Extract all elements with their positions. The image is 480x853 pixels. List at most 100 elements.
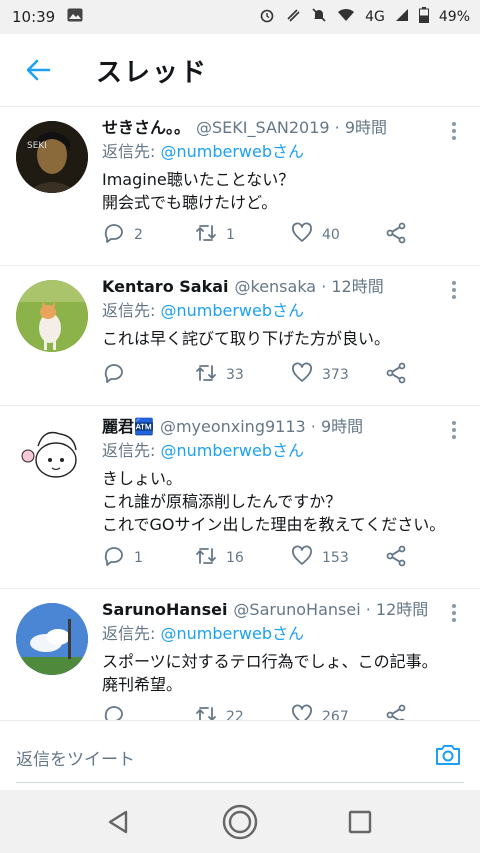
input-underline (16, 782, 464, 783)
tweet-text: これは早く詫びて取り下げた方が良い。 (102, 329, 391, 348)
share-button[interactable] (384, 361, 408, 389)
retweet-count: 16 (226, 550, 244, 566)
app-bar: スレッド (0, 34, 480, 107)
share-button[interactable] (384, 703, 408, 720)
reply-to-label: 返信先: (102, 624, 161, 643)
nav-home-icon[interactable] (222, 804, 258, 840)
tweet-item[interactable]: SarunoHansei @SarunoHansei · 12時間 返信先: @n… (0, 589, 480, 720)
retweet-count: 1 (226, 227, 235, 243)
reply-button[interactable]: 1 (102, 544, 143, 572)
tweet-actions: 22 267 (102, 703, 422, 720)
tweet-text: Imagine聴いたことない？ 開会式でも聴けたけど。 (102, 170, 295, 212)
like-button[interactable]: 153 (290, 544, 349, 572)
share-icon (384, 361, 408, 389)
reply-icon (102, 703, 126, 720)
share-button[interactable] (384, 544, 408, 572)
share-button[interactable] (384, 221, 408, 249)
reply-count: 2 (134, 227, 143, 243)
reply-icon (102, 221, 126, 249)
page-title: スレッド (96, 58, 209, 88)
tweet-item[interactable]: SEKI せきさん。。 @SEKI_SAN2019 · 9時間 返信先: @num… (0, 107, 480, 266)
reply-to-line: 返信先: @numberwebさん (102, 622, 444, 646)
retweet-button[interactable]: 16 (194, 544, 244, 572)
reply-to-mention[interactable]: @numberwebさん (160, 301, 304, 320)
reply-input[interactable]: 返信をツイート (16, 745, 135, 770)
thread-list[interactable]: SEKI せきさん。。 @SEKI_SAN2019 · 9時間 返信先: @num… (0, 107, 480, 720)
image-icon (67, 8, 83, 26)
heart-icon (290, 544, 314, 572)
like-button[interactable]: 40 (290, 221, 340, 249)
retweet-button[interactable]: 33 (194, 361, 244, 389)
reply-to-line: 返信先: @numberwebさん (102, 140, 444, 164)
tweet-author-name[interactable]: せきさん。。 (102, 118, 190, 137)
back-arrow-icon[interactable] (24, 56, 52, 84)
svg-text:SEKI: SEKI (27, 141, 47, 151)
retweet-button[interactable]: 1 (194, 221, 235, 249)
reply-to-mention[interactable]: @numberwebさん (160, 624, 304, 643)
like-button[interactable]: 267 (290, 703, 349, 720)
reply-to-mention[interactable]: @numberwebさん (160, 441, 304, 460)
more-options-icon[interactable] (448, 278, 460, 302)
avatar[interactable] (16, 420, 88, 492)
status-bar: 10:39 4G 49% (0, 0, 480, 34)
alarm-icon (259, 7, 275, 27)
tweet-item[interactable]: Kentaro Sakai @kensaka · 12時間 返信先: @numbe… (0, 266, 480, 406)
avatar[interactable]: SEKI (16, 121, 88, 193)
more-options-icon[interactable] (448, 119, 460, 143)
reply-composer[interactable]: 返信をツイート (0, 720, 480, 791)
share-icon (384, 703, 408, 720)
tweet-author-name[interactable]: SarunoHansei (102, 600, 227, 619)
retweet-icon (194, 544, 218, 572)
reply-button[interactable] (102, 361, 134, 389)
reply-to-line: 返信先: @numberwebさん (102, 439, 444, 463)
nav-recents-icon[interactable] (342, 804, 378, 840)
battery-icon (418, 7, 429, 27)
camera-icon[interactable] (434, 741, 462, 769)
retweet-count: 33 (226, 367, 244, 383)
reply-to-label: 返信先: (102, 441, 161, 460)
heart-icon (290, 703, 314, 720)
tweet-author-name[interactable]: Kentaro Sakai (102, 277, 229, 296)
reply-button[interactable]: 2 (102, 221, 143, 249)
status-time: 10:39 (12, 8, 56, 26)
nav-back-icon[interactable] (100, 804, 136, 840)
tweet-item[interactable]: 麗君🏧 @myeonxing9113 · 9時間 返信先: @numberwebさ… (0, 406, 480, 589)
reply-to-label: 返信先: (102, 142, 161, 161)
wifi-icon (337, 8, 355, 26)
battery-level: 49% (438, 9, 470, 25)
avatar[interactable] (16, 280, 88, 352)
reply-to-mention[interactable]: @numberwebさん (160, 142, 304, 161)
tweet-handle-time: @kensaka · 12時間 (234, 277, 384, 296)
retweet-icon (194, 221, 218, 249)
mute-icon (311, 7, 327, 27)
tweet-actions: 2 1 40 (102, 221, 422, 249)
retweet-count: 22 (226, 709, 244, 720)
heart-icon (290, 361, 314, 389)
tweet-actions: 33 373 (102, 361, 422, 389)
like-count: 40 (322, 227, 340, 243)
like-count: 267 (322, 709, 349, 720)
reply-to-label: 返信先: (102, 301, 161, 320)
tweet-author-name[interactable]: 麗君🏧 (102, 417, 154, 436)
network-type: 4G (365, 9, 385, 25)
nfc-icon (285, 7, 301, 27)
more-options-icon[interactable] (448, 601, 460, 625)
like-count: 153 (322, 550, 349, 566)
retweet-icon (194, 361, 218, 389)
tweet-text: きしょい。 これ誰が原稿添削したんですか？ これでGOサイン出した理由を教えてく… (102, 469, 446, 534)
like-button[interactable]: 373 (290, 361, 349, 389)
avatar[interactable] (16, 603, 88, 675)
more-options-icon[interactable] (448, 418, 460, 442)
tweet-handle-time: @myeonxing9113 · 9時間 (159, 417, 364, 436)
reply-to-line: 返信先: @numberwebさん (102, 299, 444, 323)
heart-icon (290, 221, 314, 249)
system-nav-bar (0, 790, 480, 853)
share-icon (384, 544, 408, 572)
signal-icon (395, 8, 409, 26)
reply-button[interactable] (102, 703, 134, 720)
like-count: 373 (322, 367, 349, 383)
share-icon (384, 221, 408, 249)
retweet-icon (194, 703, 218, 720)
retweet-button[interactable]: 22 (194, 703, 244, 720)
tweet-handle-time: @SarunoHansei · 12時間 (233, 600, 429, 619)
